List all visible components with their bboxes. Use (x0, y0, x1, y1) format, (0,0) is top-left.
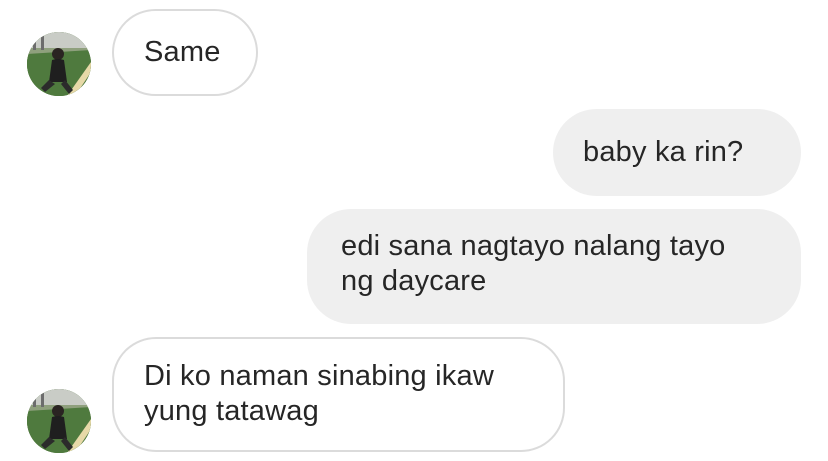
message-text: edi sana nagtayo nalang tayo ng daycare (341, 230, 726, 297)
sent-message-bubble[interactable]: edi sana nagtayo nalang tayo ng daycare (307, 209, 801, 324)
profile-photo-icon (27, 32, 91, 96)
message-text: Same (144, 36, 221, 68)
message-text: Di ko naman sinabing ikaw yung tatawag (144, 360, 494, 427)
received-message-bubble[interactable]: Same (112, 9, 258, 96)
sent-message-bubble[interactable]: baby ka rin? (553, 109, 801, 196)
received-message-bubble[interactable]: Di ko naman sinabing ikaw yung tatawag (112, 337, 565, 452)
contact-avatar[interactable] (27, 32, 91, 96)
contact-avatar[interactable] (27, 389, 91, 453)
profile-photo-icon (27, 389, 91, 453)
message-text: baby ka rin? (583, 136, 744, 168)
